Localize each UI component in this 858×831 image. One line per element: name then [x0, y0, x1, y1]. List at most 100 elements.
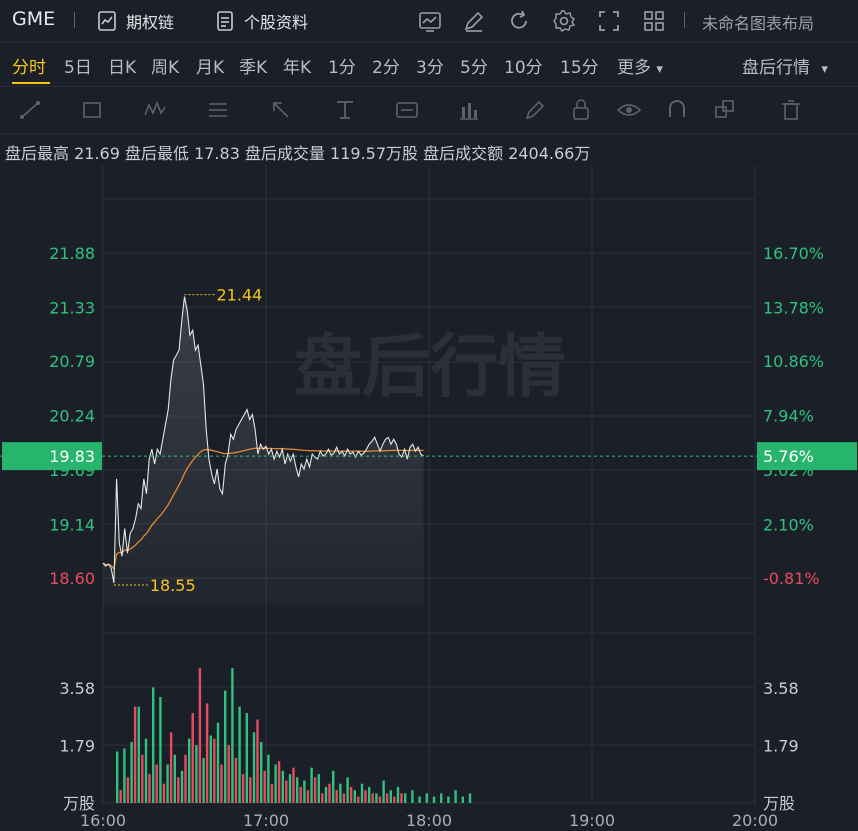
options-chain-button[interactable]: 期权链	[96, 9, 174, 33]
volume-bar-down	[313, 777, 317, 803]
divider	[74, 12, 75, 28]
magnet-icon[interactable]	[664, 97, 690, 123]
time-tick-label: 19:00	[569, 811, 615, 830]
volume-bar-down	[306, 790, 310, 803]
stock-info-button[interactable]: 个股资料	[214, 9, 308, 33]
volume-bar-down	[342, 793, 346, 803]
percent-tick-label: 7.94%	[763, 407, 814, 426]
indicator-chart-icon[interactable]	[418, 9, 442, 33]
trash-icon[interactable]	[778, 97, 804, 123]
layout-grid-icon[interactable]	[642, 9, 666, 33]
volume-bar-up	[368, 786, 371, 803]
period-tab-5d[interactable]: 5日	[64, 53, 92, 78]
period-tab-5min[interactable]: 5分	[460, 53, 488, 78]
period-tab-3min[interactable]: 3分	[416, 53, 444, 78]
period-tab-daily[interactable]: 日K	[108, 53, 136, 78]
draw-pen-icon[interactable]	[462, 9, 486, 33]
layers-icon[interactable]	[712, 97, 738, 123]
volume-bar-up	[339, 783, 342, 803]
volume-bar-up	[332, 770, 335, 803]
volume-tick-label-left: 1.79	[59, 737, 95, 756]
period-tab-2min[interactable]: 2分	[372, 53, 400, 78]
arrow-tool-icon[interactable]	[268, 97, 294, 123]
volume-bar-up	[238, 706, 241, 803]
volume-bar-up	[411, 790, 414, 803]
fullscreen-icon[interactable]	[597, 9, 621, 33]
volume-bar-down	[191, 713, 194, 803]
period-tab-15min[interactable]: 15分	[560, 53, 599, 78]
brush-tool-icon[interactable]	[522, 97, 548, 123]
volume-bar-up	[303, 780, 306, 803]
volume-bar-down	[364, 790, 367, 803]
volume-bar-down	[234, 758, 238, 803]
after-hours-stats: 盘后最高 21.69 盘后最低 17.83 盘后成交量 119.57万股 盘后成…	[5, 144, 591, 163]
volume-bar-down	[270, 783, 274, 803]
refresh-icon[interactable]	[507, 9, 531, 33]
volume-tick-label-right: 1.79	[763, 737, 799, 756]
volume-bar-up	[252, 732, 256, 803]
volume-bar-up	[144, 738, 148, 803]
time-tick-label: 20:00	[732, 811, 778, 830]
ticker-symbol[interactable]: GME	[12, 8, 55, 30]
volume-bar-up	[130, 741, 133, 803]
period-tab-weekly[interactable]: 周K	[151, 53, 179, 78]
bar-tool-icon[interactable]	[456, 97, 482, 123]
volume-bar-down	[371, 793, 374, 803]
text-tool-icon[interactable]	[332, 97, 358, 123]
volume-bar-up	[231, 668, 234, 803]
volume-bar-down	[155, 764, 158, 803]
volume-bar-up	[159, 696, 162, 803]
fib-tool-icon[interactable]	[205, 97, 231, 123]
wave-tool-icon[interactable]	[142, 97, 168, 123]
watermark: 盘后行情	[294, 328, 566, 407]
volume-bar-down	[292, 767, 295, 803]
period-tab-monthly[interactable]: 月K	[196, 53, 224, 78]
price-tick-label: 20.79	[49, 352, 95, 371]
percent-tick-label: 10.86%	[763, 352, 824, 371]
current-percent-value: 5.76%	[763, 447, 814, 466]
volume-bar-up	[396, 786, 400, 803]
time-tick-label: 17:00	[243, 811, 289, 830]
rectangle-tool-icon[interactable]	[80, 97, 106, 123]
intraday-chart[interactable]: 盘后行情 21.4418.55 21.8821.3320.7920.2419.6…	[0, 165, 858, 831]
volume-bar-up	[281, 770, 284, 803]
note-tool-icon[interactable]	[394, 97, 420, 123]
period-tab-yearly[interactable]: 年K	[283, 53, 311, 78]
settings-gear-icon[interactable]	[552, 9, 576, 33]
volume-bar-up	[260, 741, 263, 803]
document-icon	[217, 11, 233, 31]
period-tab-intraday[interactable]: 分时	[12, 53, 46, 78]
eye-icon[interactable]	[616, 97, 642, 123]
period-tab-quarterly[interactable]: 季K	[239, 53, 267, 78]
period-tab-1min[interactable]: 1分	[328, 53, 356, 78]
drawing-toolbar	[0, 86, 858, 134]
volume-bar-down	[393, 796, 396, 803]
volume-bar-down	[400, 793, 403, 803]
volume-bar-down	[328, 783, 331, 803]
volume-bar-up	[447, 796, 450, 803]
volume-bar-up	[382, 780, 385, 803]
volume-bar-up	[375, 793, 378, 803]
volume-bar-up	[180, 770, 184, 803]
line-tool-icon[interactable]	[18, 97, 44, 123]
volume-bar-up	[195, 745, 198, 803]
session-dropdown[interactable]: 盘后行情 ▾	[742, 53, 828, 78]
stock-info-label: 个股资料	[244, 13, 309, 32]
period-tab-10min[interactable]: 10分	[504, 53, 543, 78]
options-chain-label: 期权链	[126, 13, 175, 32]
price-tick-label: 21.88	[49, 244, 95, 263]
high-price-label: 21.44	[217, 286, 263, 305]
volume-bar-down	[133, 706, 137, 803]
volume-bars	[116, 668, 472, 803]
layout-name-dropdown[interactable]: 未命名图表布局	[702, 10, 814, 34]
volume-bar-up	[389, 790, 392, 803]
volume-bar-down	[220, 764, 223, 803]
volume-bar-up	[310, 767, 313, 803]
volume-bar-up	[274, 764, 277, 803]
chart-doc-icon	[98, 11, 116, 31]
volume-bar-down	[263, 770, 266, 803]
more-label: 更多	[617, 58, 651, 78]
period-more-dropdown[interactable]: 更多 ▾	[617, 53, 663, 78]
volume-bar-down	[249, 777, 252, 803]
lock-tool-icon[interactable]	[568, 97, 594, 123]
